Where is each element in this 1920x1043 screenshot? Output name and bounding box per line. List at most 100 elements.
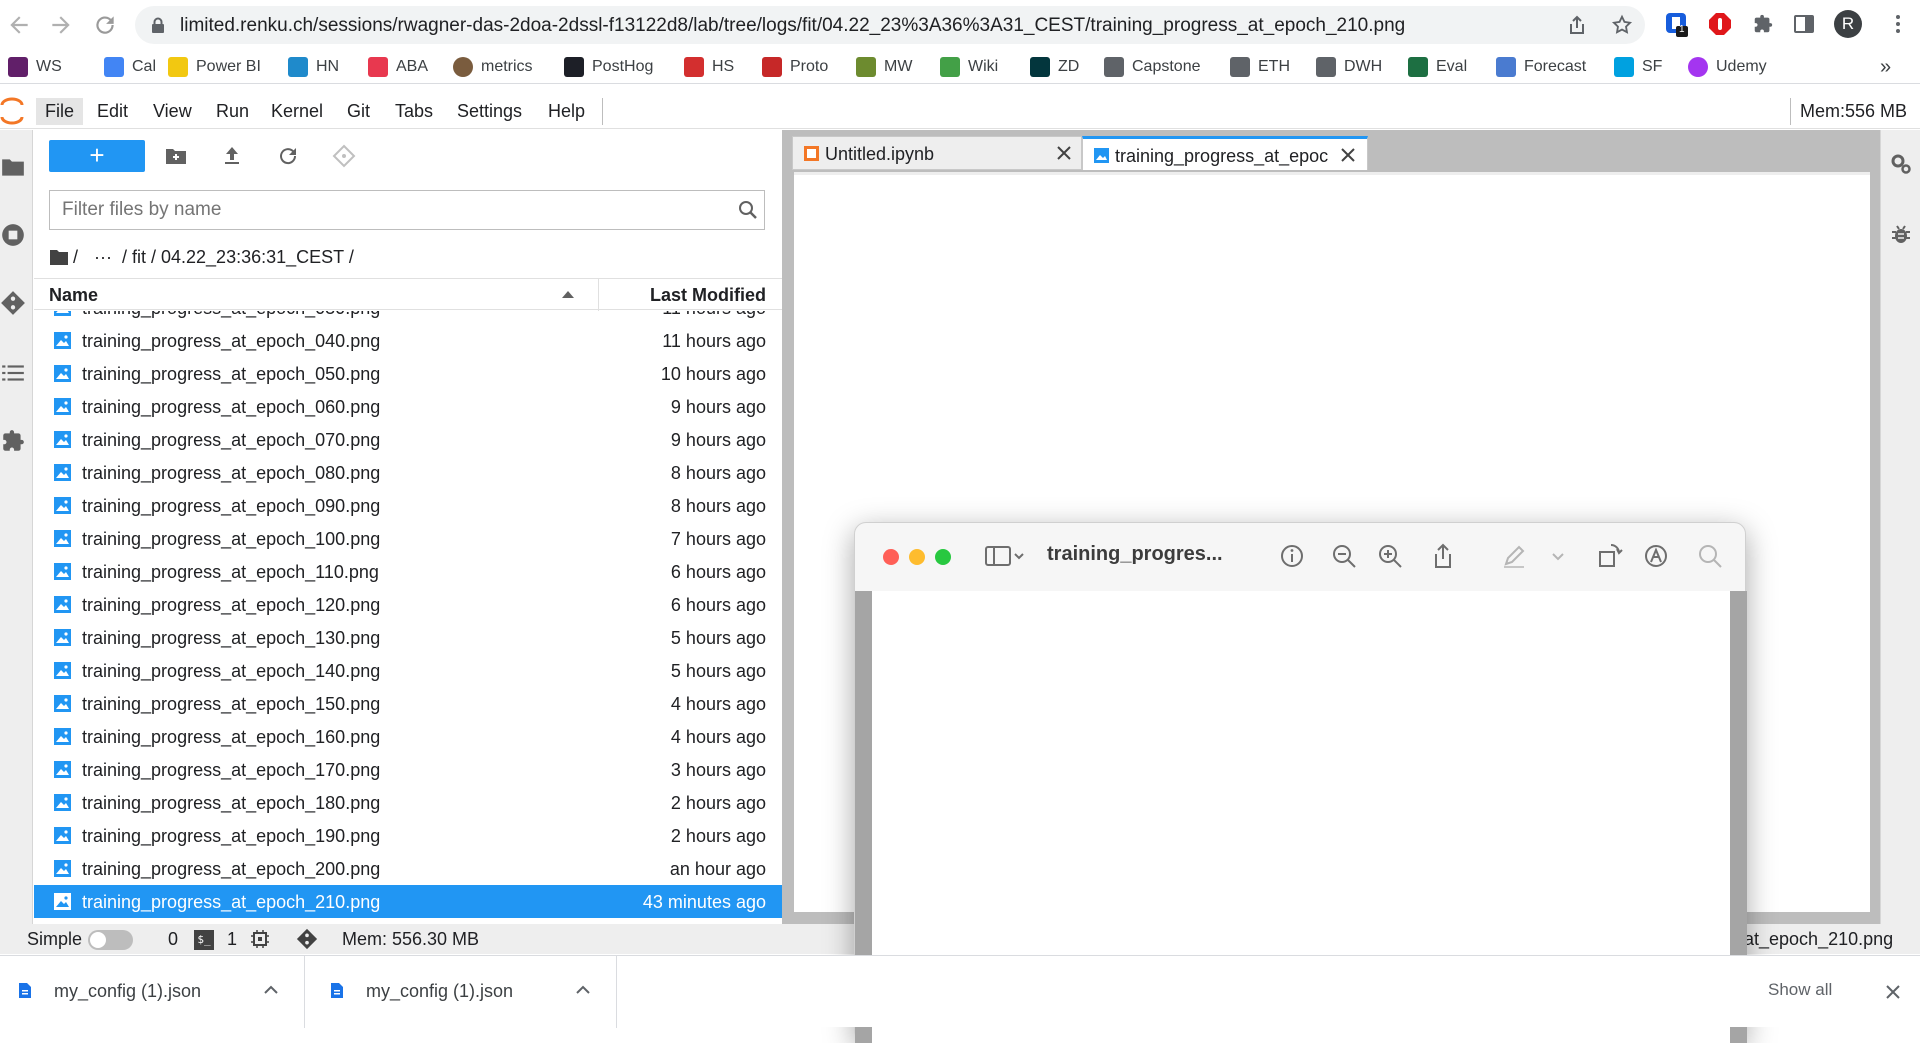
download-item[interactable]: my_config (1).json <box>312 956 617 1028</box>
bookmark-udemy[interactable]: Udemy <box>1688 56 1767 78</box>
sidebar-toggle-icon[interactable] <box>985 543 1025 569</box>
terminal-count[interactable]: 1 <box>227 929 237 950</box>
file-row[interactable]: training_progress_at_epoch_040.png 11 hou… <box>34 324 782 357</box>
menu-view[interactable]: View <box>144 98 201 125</box>
file-row[interactable]: training_progress_at_epoch_130.png 5 hour… <box>34 621 782 654</box>
profile-avatar[interactable]: R <box>1834 10 1862 38</box>
git-clone-icon[interactable] <box>332 144 356 168</box>
bookmark-mw[interactable]: MW <box>856 56 912 78</box>
file-row[interactable]: training_progress_at_epoch_070.png 9 hour… <box>34 423 782 456</box>
markup-toolbar-icon[interactable] <box>1643 543 1669 569</box>
file-row[interactable]: training_progress_at_epoch_200.png an hou… <box>34 852 782 885</box>
zoom-out-icon[interactable] <box>1331 543 1357 569</box>
running-stop-icon[interactable] <box>0 222 26 248</box>
bookmark-cal[interactable]: Cal <box>104 56 156 78</box>
back-icon[interactable] <box>6 12 32 38</box>
menu-file[interactable]: File <box>36 98 84 125</box>
file-row[interactable]: training_progress_at_epoch_180.png 2 hour… <box>34 786 782 819</box>
window-zoom-button[interactable] <box>935 549 951 565</box>
bookmark-eval[interactable]: Eval <box>1408 56 1467 78</box>
bookmark-sf[interactable]: SF <box>1614 56 1662 78</box>
reload-icon[interactable] <box>92 12 118 38</box>
share-icon[interactable] <box>1567 15 1587 35</box>
share-icon[interactable] <box>1430 543 1456 569</box>
panel-splitter[interactable] <box>782 130 790 924</box>
file-row[interactable]: training_progress_at_epoch_080.png 8 hour… <box>34 456 782 489</box>
bookmark-hs[interactable]: HS <box>684 56 734 78</box>
bookmarks-overflow[interactable]: » <box>1880 56 1891 78</box>
git-icon[interactable] <box>0 290 26 316</box>
new-launcher-button[interactable]: + <box>49 140 145 172</box>
column-divider[interactable] <box>598 279 599 311</box>
column-name[interactable]: Name <box>49 285 98 306</box>
file-row[interactable]: training_progress_at_epoch_090.png 8 hour… <box>34 489 782 522</box>
new-folder-icon[interactable] <box>164 144 188 168</box>
property-inspector-gear-icon[interactable] <box>1889 152 1913 176</box>
password-manager-extension-icon[interactable]: 1 <box>1664 12 1690 38</box>
bookmark-wiki[interactable]: Wiki <box>940 56 998 78</box>
column-last-modified[interactable]: Last Modified <box>650 285 766 306</box>
bookmark-forecast[interactable]: Forecast <box>1496 56 1586 78</box>
cpu-chip-icon[interactable] <box>250 929 270 949</box>
bookmark-power-bi[interactable]: Power BI <box>168 56 261 78</box>
bookmark-hn[interactable]: HN <box>288 56 339 78</box>
folder-icon[interactable] <box>0 154 26 180</box>
bookmark-folder-eth[interactable]: ETH <box>1230 56 1290 78</box>
window-minimize-button[interactable] <box>909 549 925 565</box>
close-icon[interactable] <box>1055 144 1073 162</box>
adblock-extension-icon[interactable] <box>1708 12 1732 36</box>
tab-training-progress-image[interactable]: training_progress_at_epoc <box>1082 136 1368 170</box>
simple-mode-toggle[interactable] <box>88 930 133 950</box>
bookmark-folder-capstone[interactable]: Capstone <box>1104 56 1201 78</box>
menu-run[interactable]: Run <box>207 98 258 125</box>
bookmark-zd[interactable]: ZD <box>1030 56 1079 78</box>
window-close-button[interactable] <box>883 549 899 565</box>
download-item[interactable]: my_config (1).json <box>0 956 305 1028</box>
breadcrumb-root[interactable]: / <box>73 247 78 268</box>
menu-edit[interactable]: Edit <box>88 98 137 125</box>
breadcrumb-ellipsis[interactable]: ··· <box>94 247 112 268</box>
forward-icon[interactable] <box>48 12 74 38</box>
bookmark-posthog[interactable]: PostHog <box>564 56 653 78</box>
side-panel-icon[interactable] <box>1794 14 1814 34</box>
menu-settings[interactable]: Settings <box>448 98 531 125</box>
menu-git[interactable]: Git <box>338 98 379 125</box>
refresh-icon[interactable] <box>276 144 300 168</box>
chevron-up-icon[interactable] <box>262 981 280 999</box>
bookmark-ws[interactable]: WS <box>8 56 62 78</box>
extensions-puzzle-icon[interactable] <box>1752 13 1774 35</box>
git-branch-icon[interactable] <box>296 928 318 950</box>
chevron-up-icon[interactable] <box>574 981 592 999</box>
address-bar[interactable]: limited.renku.ch/sessions/rwagner-das-2d… <box>135 6 1645 44</box>
file-list[interactable]: training_progress_at_epoch_030.png 11 hou… <box>34 311 782 924</box>
file-row[interactable]: training_progress_at_epoch_030.png 11 hou… <box>34 311 782 324</box>
zoom-in-icon[interactable] <box>1377 543 1403 569</box>
menu-help[interactable]: Help <box>539 98 594 125</box>
menu-kernel[interactable]: Kernel <box>262 98 332 125</box>
bookmark-folder-dwh[interactable]: DWH <box>1316 56 1382 78</box>
bookmark-metrics[interactable]: metrics <box>453 56 533 78</box>
breadcrumb-path[interactable]: / fit / 04.22_23:36:31_CEST / <box>122 247 354 268</box>
close-icon[interactable] <box>1884 983 1902 1001</box>
debugger-bug-icon[interactable] <box>1889 222 1913 246</box>
filter-input[interactable] <box>50 191 730 229</box>
chevron-down-icon[interactable] <box>1551 543 1565 569</box>
table-of-contents-icon[interactable] <box>0 360 26 386</box>
show-all-downloads-button[interactable]: Show all <box>1768 980 1832 1000</box>
sort-ascending-icon[interactable] <box>562 291 574 298</box>
file-row[interactable]: training_progress_at_epoch_160.png 4 hour… <box>34 720 782 753</box>
kernel-count[interactable]: 0 <box>168 929 178 950</box>
lock-icon[interactable] <box>151 17 165 33</box>
browser-menu-icon[interactable] <box>1888 12 1908 36</box>
file-row[interactable]: training_progress_at_epoch_060.png 9 hour… <box>34 390 782 423</box>
home-folder-icon[interactable] <box>49 248 69 266</box>
file-row[interactable]: training_progress_at_epoch_050.png 10 hou… <box>34 357 782 390</box>
markup-pen-icon[interactable] <box>1501 543 1527 569</box>
info-icon[interactable] <box>1279 543 1305 569</box>
file-row[interactable]: training_progress_at_epoch_210.png 43 min… <box>34 885 782 918</box>
bookmark-star-icon[interactable] <box>1611 14 1633 36</box>
rotate-icon[interactable] <box>1597 543 1623 569</box>
file-row[interactable]: training_progress_at_epoch_100.png 7 hour… <box>34 522 782 555</box>
search-icon[interactable] <box>1697 543 1723 569</box>
file-row[interactable]: training_progress_at_epoch_150.png 4 hour… <box>34 687 782 720</box>
